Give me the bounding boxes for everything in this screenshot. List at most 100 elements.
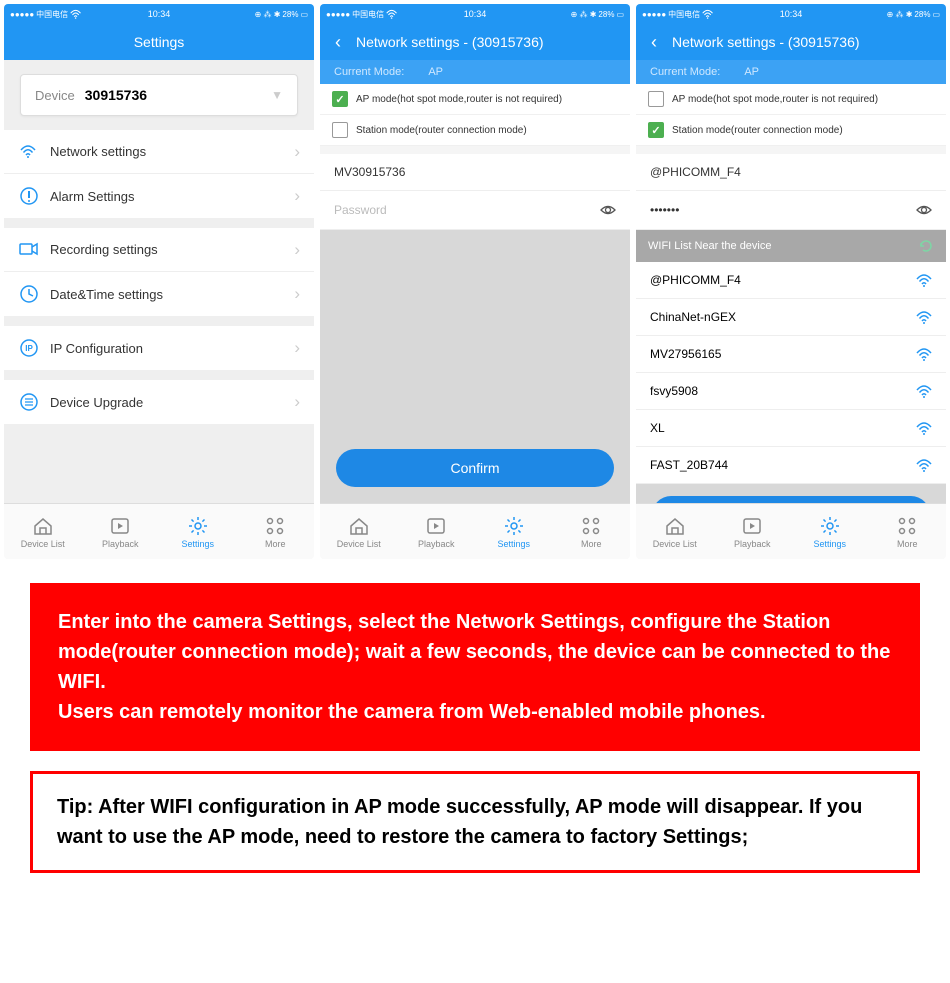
- ssid-input[interactable]: MV30915736: [320, 154, 630, 191]
- menu-label: Recording settings: [50, 242, 158, 257]
- phone-settings: ●●●●● 中国电信 10:34 ⊕ ⁂ ✱ 28% ▭ Settings De…: [4, 4, 314, 559]
- menu-item-ip[interactable]: IP IP Configuration ›: [4, 326, 314, 370]
- menu-label: IP Configuration: [50, 341, 143, 356]
- checkbox-icon: [332, 122, 348, 138]
- menu-label: Alarm Settings: [50, 189, 135, 204]
- wifi-list-title: WIFI List Near the device: [648, 240, 772, 252]
- station-mode-option[interactable]: Station mode(router connection mode): [636, 115, 946, 146]
- tab-more[interactable]: More: [553, 504, 631, 559]
- more-icon: [580, 515, 602, 537]
- header: Settings: [4, 24, 314, 60]
- tab-more[interactable]: More: [237, 504, 315, 559]
- ssid-value: @PHICOMM_F4: [650, 165, 741, 179]
- tab-playback[interactable]: Playback: [398, 504, 476, 559]
- instruction-box: Enter into the camera Settings, select t…: [30, 583, 920, 751]
- status-icons: ⊕ ⁂ ✱: [255, 10, 281, 19]
- wifi-status-icon: [70, 9, 82, 19]
- eye-icon[interactable]: [600, 202, 616, 218]
- ap-mode-option[interactable]: AP mode(hot spot mode,router is not requ…: [320, 84, 630, 115]
- playback-icon: [425, 515, 447, 537]
- battery-icon: ▭: [300, 10, 308, 19]
- home-icon: [348, 515, 370, 537]
- battery-pct: 28%: [282, 10, 298, 19]
- device-id: 30915736: [85, 87, 147, 103]
- wifi-status-icon: [702, 9, 714, 19]
- wifi-icon: [916, 310, 932, 324]
- tabbar: Device List Playback Settings More: [4, 503, 314, 559]
- device-label: Device: [35, 88, 75, 103]
- tab-more[interactable]: More: [869, 504, 947, 559]
- chevron-right-icon: ›: [294, 240, 300, 260]
- status-bar: ●●●●● 中国电信 10:34 ⊕ ⁂ ✱ 28% ▭: [4, 4, 314, 24]
- menu-item-upgrade[interactable]: Device Upgrade ›: [4, 380, 314, 424]
- ssid-value: MV30915736: [334, 165, 405, 179]
- tab-settings[interactable]: Settings: [791, 504, 869, 559]
- menu-item-recording[interactable]: Recording settings ›: [4, 228, 314, 272]
- tab-settings[interactable]: Settings: [475, 504, 553, 559]
- current-mode-bar: Current Mode: AP: [636, 60, 946, 84]
- page-title: Network settings - (30915736): [356, 34, 544, 50]
- chevron-right-icon: ›: [294, 142, 300, 162]
- wifi-list-header: WIFI List Near the device: [636, 230, 946, 262]
- wifi-item[interactable]: fsvy5908: [636, 373, 946, 410]
- ap-mode-option[interactable]: AP mode(hot spot mode,router is not requ…: [636, 84, 946, 115]
- back-button[interactable]: ‹: [636, 32, 672, 53]
- confirm-button[interactable]: Confirm: [652, 496, 930, 503]
- battery-icon: ▭: [932, 10, 940, 19]
- carrier: 中国电信: [36, 9, 68, 20]
- password-input[interactable]: Password: [320, 191, 630, 230]
- device-selector[interactable]: Device 30915736 ▼: [20, 74, 298, 116]
- battery-pct: 28%: [598, 10, 614, 19]
- menu-item-datetime[interactable]: Date&Time settings ›: [4, 272, 314, 316]
- wifi-item[interactable]: MV27956165: [636, 336, 946, 373]
- eye-icon[interactable]: [916, 202, 932, 218]
- tab-playback[interactable]: Playback: [714, 504, 792, 559]
- tab-playback[interactable]: Playback: [82, 504, 160, 559]
- current-mode-bar: Current Mode: AP: [320, 60, 630, 84]
- battery-pct: 28%: [914, 10, 930, 19]
- page-title: Settings: [134, 34, 185, 50]
- checkbox-checked-icon: [648, 122, 664, 138]
- signal-icon: ●●●●●: [326, 10, 350, 19]
- playback-icon: [109, 515, 131, 537]
- tab-settings[interactable]: Settings: [159, 504, 237, 559]
- status-bar: ●●●●● 中国电信 10:34 ⊕ ⁂ ✱ 28% ▭: [636, 4, 946, 24]
- wifi-icon: [18, 141, 40, 163]
- back-button[interactable]: ‹: [320, 32, 356, 53]
- header: ‹ Network settings - (30915736): [636, 24, 946, 60]
- gear-icon: [187, 515, 209, 537]
- alarm-icon: [18, 185, 40, 207]
- tab-device-list[interactable]: Device List: [636, 504, 714, 559]
- refresh-icon[interactable]: [918, 238, 934, 254]
- wifi-item[interactable]: @PHICOMM_F4: [636, 262, 946, 299]
- current-mode-value: AP: [744, 66, 759, 78]
- password-input[interactable]: •••••••: [636, 191, 946, 230]
- header: ‹ Network settings - (30915736): [320, 24, 630, 60]
- menu-label: Date&Time settings: [50, 287, 163, 302]
- signal-icon: ●●●●●: [642, 10, 666, 19]
- signal-icon: ●●●●●: [10, 10, 34, 19]
- station-mode-option[interactable]: Station mode(router connection mode): [320, 115, 630, 146]
- tabbar: Device List Playback Settings More: [636, 503, 946, 559]
- confirm-button[interactable]: Confirm: [336, 449, 614, 487]
- menu-item-alarm[interactable]: Alarm Settings ›: [4, 174, 314, 218]
- svg-text:IP: IP: [25, 344, 33, 353]
- carrier: 中国电信: [668, 9, 700, 20]
- tab-device-list[interactable]: Device List: [4, 504, 82, 559]
- ssid-input[interactable]: @PHICOMM_F4: [636, 154, 946, 191]
- menu-item-network[interactable]: Network settings ›: [4, 130, 314, 174]
- tab-device-list[interactable]: Device List: [320, 504, 398, 559]
- wifi-item[interactable]: ChinaNet-nGEX: [636, 299, 946, 336]
- wifi-icon: [916, 384, 932, 398]
- checkbox-checked-icon: [332, 91, 348, 107]
- wifi-item[interactable]: XL: [636, 410, 946, 447]
- battery-icon: ▭: [616, 10, 624, 19]
- phone-network-station: ●●●●● 中国电信 10:34 ⊕ ⁂ ✱ 28% ▭ ‹ Network s…: [636, 4, 946, 559]
- wifi-status-icon: [386, 9, 398, 19]
- mode-text: AP mode(hot spot mode,router is not requ…: [672, 94, 878, 105]
- chevron-right-icon: ›: [294, 392, 300, 412]
- wifi-item[interactable]: FAST_20B744: [636, 447, 946, 484]
- status-time: 10:34: [780, 9, 803, 19]
- chevron-right-icon: ›: [294, 186, 300, 206]
- clock-icon: [18, 283, 40, 305]
